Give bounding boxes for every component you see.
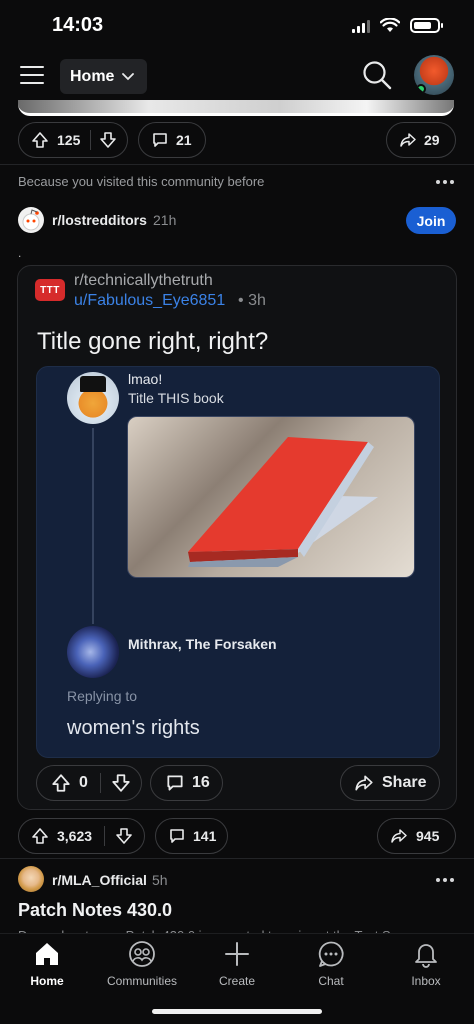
tab-home-label: Home (30, 974, 64, 988)
subreddit-icon[interactable] (18, 207, 44, 233)
post-upvote-count: 3,623 (57, 828, 93, 844)
next-post-age: 5h (152, 872, 168, 888)
recommendation-reason: Because you visited this community befor… (18, 174, 265, 189)
tab-inbox[interactable]: Inbox (381, 940, 471, 988)
online-status-dot (416, 84, 426, 94)
menu-button[interactable] (20, 66, 44, 86)
upvote-icon[interactable] (31, 827, 49, 845)
tweet-author-name: lmao! (128, 371, 163, 387)
previous-post-image[interactable] (18, 100, 454, 116)
next-post-title[interactable]: Patch Notes 430.0 (18, 900, 172, 921)
tab-chat-label: Chat (318, 974, 344, 988)
chevron-down-icon (122, 72, 135, 80)
create-icon (225, 942, 249, 966)
post-comments-button[interactable]: 141 (155, 818, 228, 854)
tab-home[interactable]: Home (2, 940, 92, 988)
downvote-icon[interactable] (99, 131, 117, 149)
downvote-icon[interactable] (111, 773, 131, 793)
tab-communities-label: Communities (106, 974, 178, 988)
next-post-subreddit-name[interactable]: r/MLA_Official (52, 872, 147, 888)
comment-icon (153, 133, 167, 147)
reply-author-avatar (67, 626, 119, 678)
post-subreddit-name[interactable]: r/lostredditors (52, 212, 147, 228)
search-icon[interactable] (362, 60, 392, 90)
reply-text: women's rights (67, 717, 200, 739)
share-icon (355, 775, 373, 791)
crosspost-share-button[interactable]: Share (340, 765, 440, 801)
cellular-signal-icon (352, 19, 370, 33)
tab-chat[interactable]: Chat (286, 940, 376, 988)
wifi-icon (380, 18, 400, 32)
comment-icon (170, 829, 184, 843)
previous-post-comment-count: 21 (176, 132, 192, 148)
home-icon (36, 943, 58, 965)
recommendation-more-icon[interactable] (436, 180, 454, 184)
post-comment-count: 141 (193, 828, 217, 844)
post-vote-pill: 3,623 (18, 818, 145, 854)
crosspost-vote-pill: 0 (36, 765, 142, 801)
share-icon (400, 133, 416, 147)
status-icons (352, 18, 443, 33)
next-post-more-icon[interactable] (436, 878, 454, 882)
crosspost-subreddit-name[interactable]: r/technicallythetruth (74, 272, 213, 290)
upvote-icon[interactable] (51, 773, 71, 793)
previous-post-share-count: 29 (424, 132, 440, 148)
tab-create-label: Create (218, 974, 256, 988)
feed-selector-label: Home (70, 67, 115, 85)
post-share-count: 945 (416, 828, 440, 844)
inbox-icon (415, 944, 437, 968)
previous-post-comments-button[interactable]: 21 (138, 122, 206, 158)
tweet-text: Title THIS book (128, 390, 224, 406)
previous-post-upvote-count: 125 (57, 132, 81, 148)
status-time: 14:03 (52, 14, 104, 36)
crosspost-subreddit-icon[interactable]: TTT (35, 279, 65, 301)
tweet-author-avatar (67, 372, 119, 424)
tab-inbox-label: Inbox (411, 974, 441, 988)
tab-create[interactable]: Create (192, 940, 282, 988)
battery-icon (410, 18, 443, 33)
downvote-icon[interactable] (115, 827, 133, 845)
tab-communities[interactable]: Communities (97, 940, 187, 988)
post-body-text: . (18, 246, 22, 260)
thread-line (92, 428, 94, 624)
feed-selector-dropdown[interactable]: Home (60, 59, 147, 94)
previous-post-vote-pill: 125 (18, 122, 128, 158)
crosspost-upvote-count: 0 (79, 774, 88, 791)
tweet-book-image (127, 416, 415, 578)
crosspost-comments-button[interactable]: 16 (150, 765, 223, 801)
join-button[interactable]: Join (406, 207, 456, 234)
crosspost-title[interactable]: Title gone right, right? (37, 328, 268, 356)
divider (0, 164, 474, 165)
crosspost-share-label: Share (382, 774, 427, 791)
upvote-icon[interactable] (31, 131, 49, 149)
post-share-button[interactable]: 945 (377, 818, 456, 854)
share-icon (391, 829, 407, 843)
crosspost-separator: • (238, 292, 244, 309)
replying-to-label: Replying to (67, 688, 138, 704)
crosspost-username[interactable]: u/Fabulous_Eye6851 (74, 292, 225, 310)
next-post-subreddit-icon[interactable] (18, 866, 44, 892)
post-age: 21h (153, 212, 177, 228)
divider (0, 858, 474, 859)
crosspost-age: • 3h (238, 292, 266, 310)
communities-icon (129, 941, 155, 967)
user-avatar[interactable] (414, 55, 454, 95)
reply-author-name: Mithrax, The Forsaken (128, 636, 277, 652)
home-indicator (152, 1009, 322, 1014)
crosspost-comment-count: 16 (192, 774, 210, 791)
chat-icon (318, 941, 344, 967)
previous-post-share-button[interactable]: 29 (386, 122, 456, 158)
crosspost-age-value: 3h (248, 292, 266, 309)
comment-icon (167, 775, 183, 791)
